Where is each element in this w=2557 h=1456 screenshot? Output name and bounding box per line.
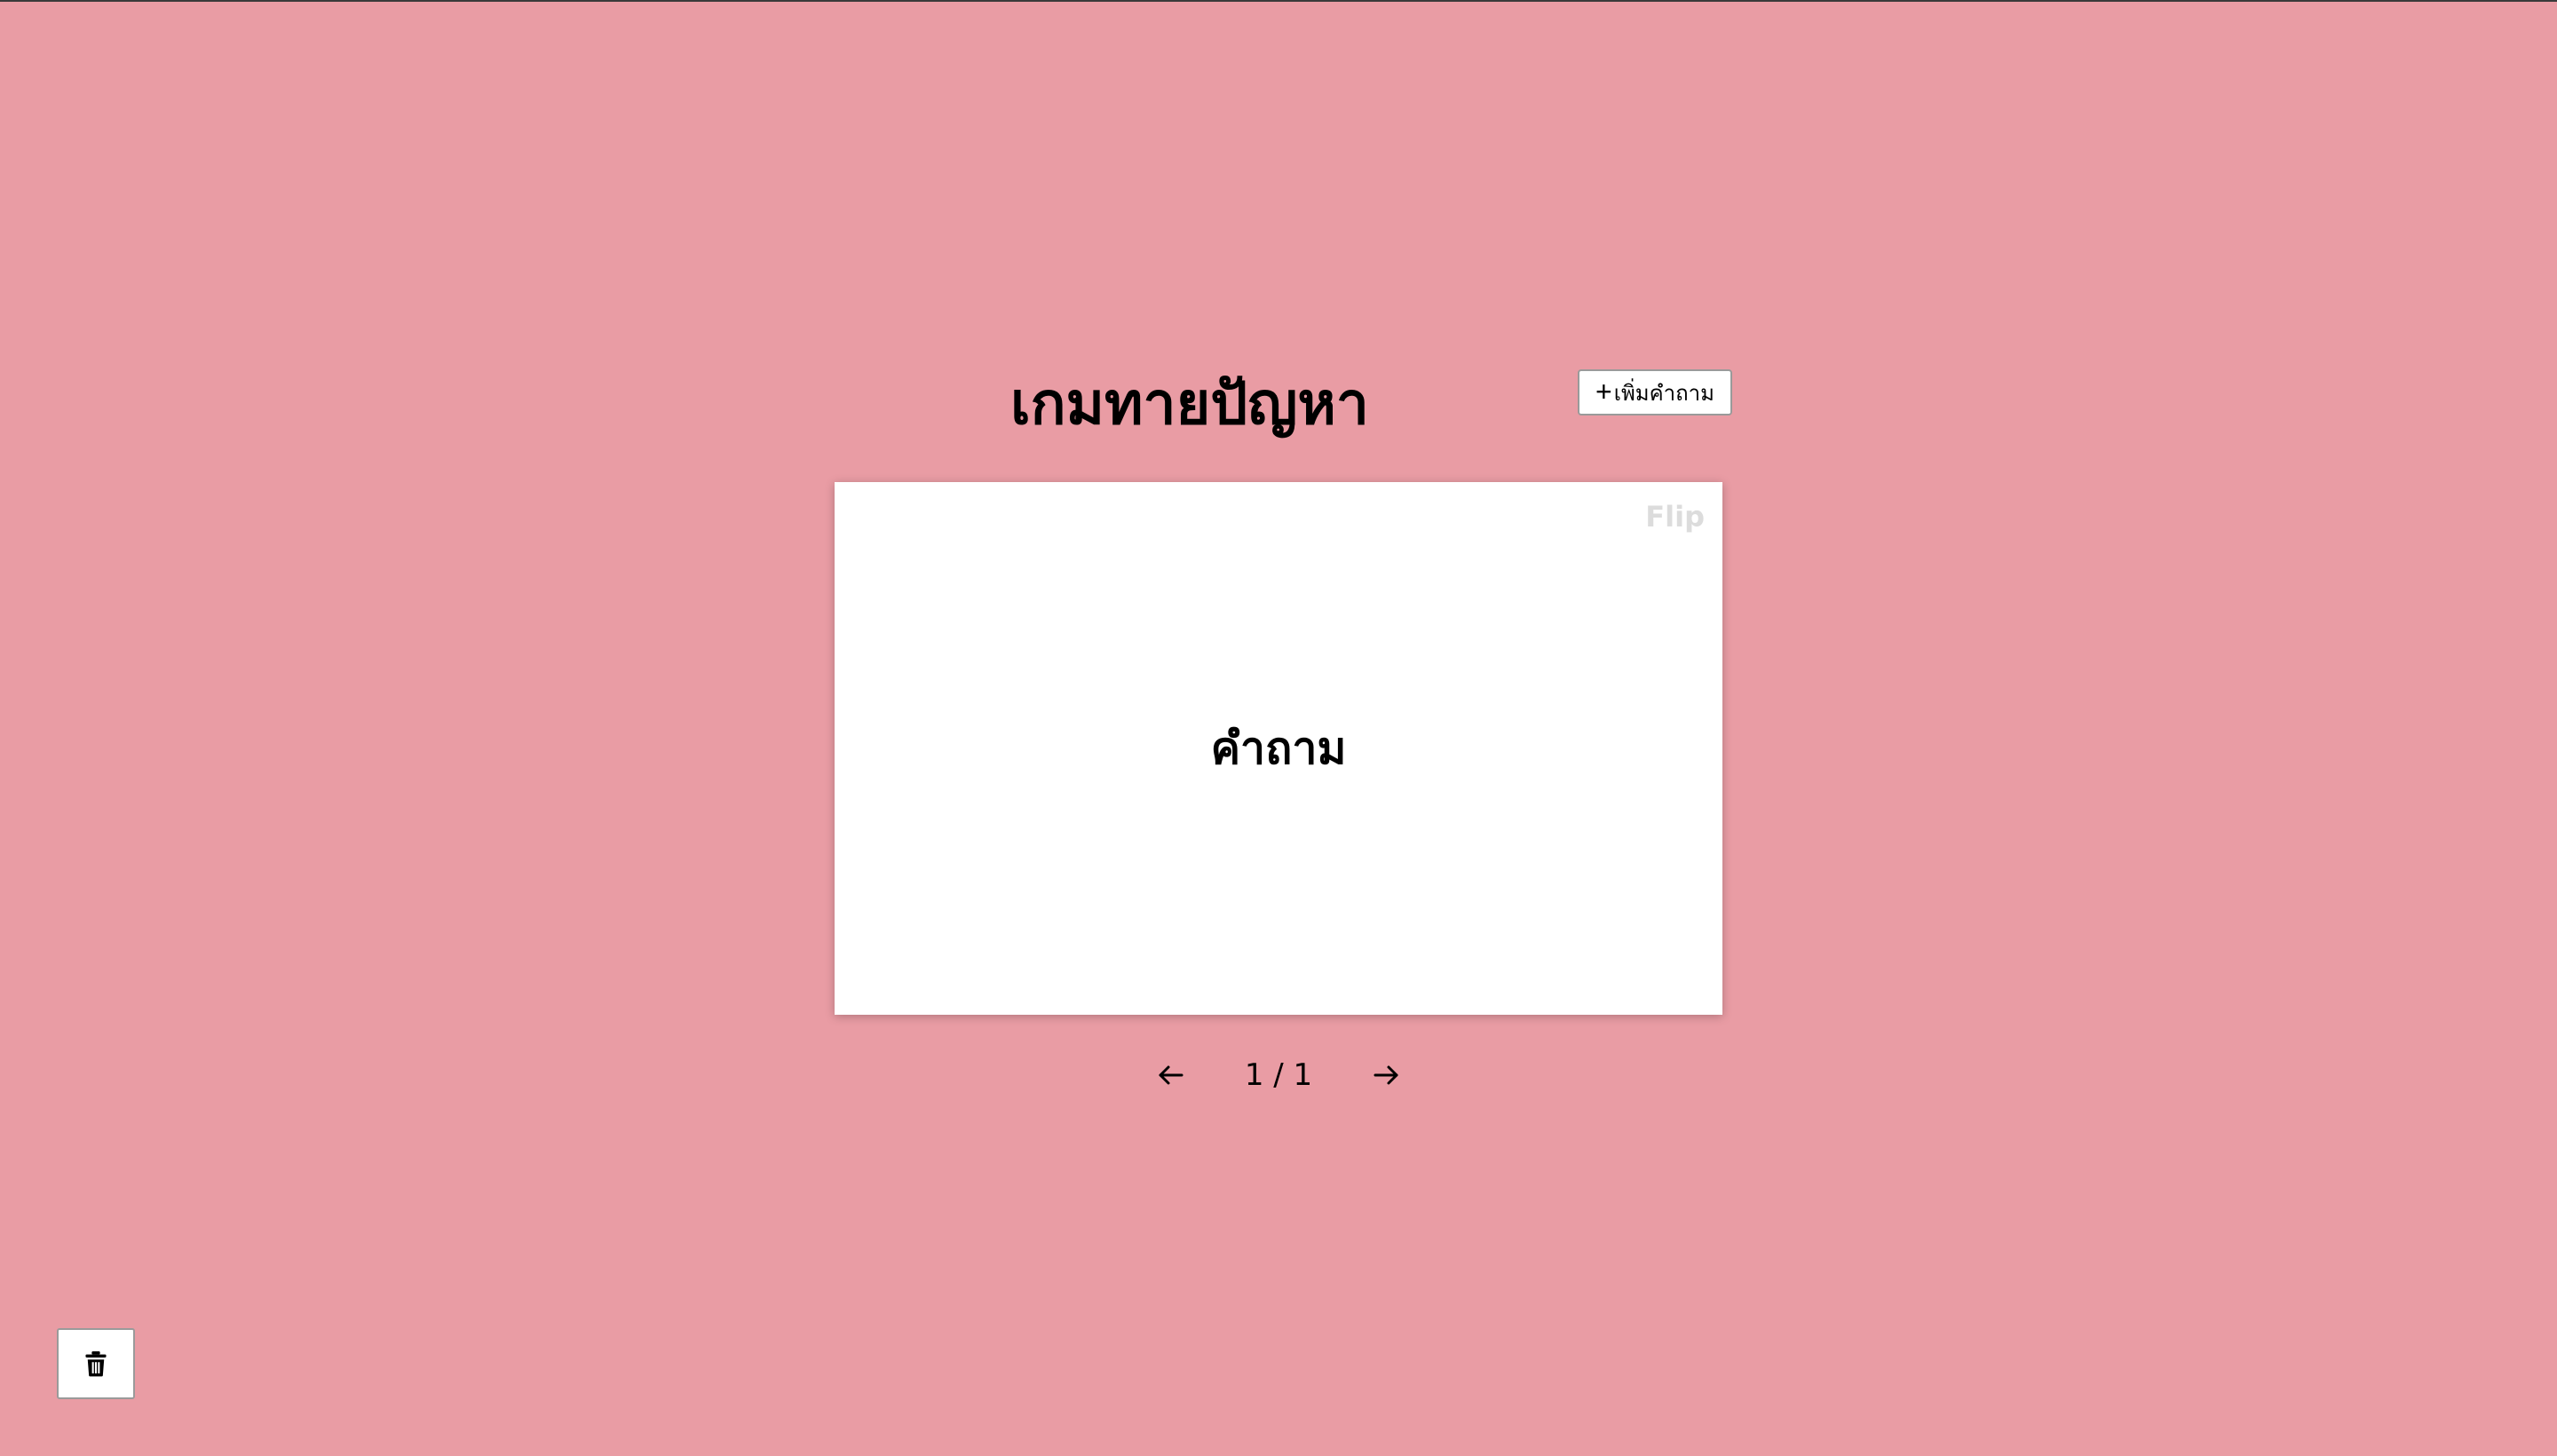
prev-card-button[interactable] — [1145, 1049, 1197, 1101]
window-top-border — [0, 0, 2557, 2]
card-question-text: คำถาม — [1210, 723, 1347, 774]
page-title: เกมทายปัญหา — [1010, 369, 1369, 438]
trash-icon — [85, 1351, 107, 1377]
next-card-button[interactable] — [1360, 1049, 1412, 1101]
delete-button[interactable] — [57, 1328, 135, 1399]
arrow-right-icon — [1373, 1065, 1398, 1085]
card-counter: 1 / 1 — [1244, 1057, 1313, 1093]
flip-button[interactable]: Flip — [1645, 500, 1705, 534]
flashcard[interactable]: Flip คำถาม — [835, 482, 1722, 1015]
plus-icon: + — [1595, 375, 1612, 408]
add-question-label: เพิ่มคำถาม — [1613, 381, 1714, 406]
card-navigation: 1 / 1 — [1145, 1048, 1412, 1103]
add-question-button[interactable]: + เพิ่มคำถาม — [1578, 369, 1732, 415]
arrow-left-icon — [1159, 1065, 1184, 1085]
